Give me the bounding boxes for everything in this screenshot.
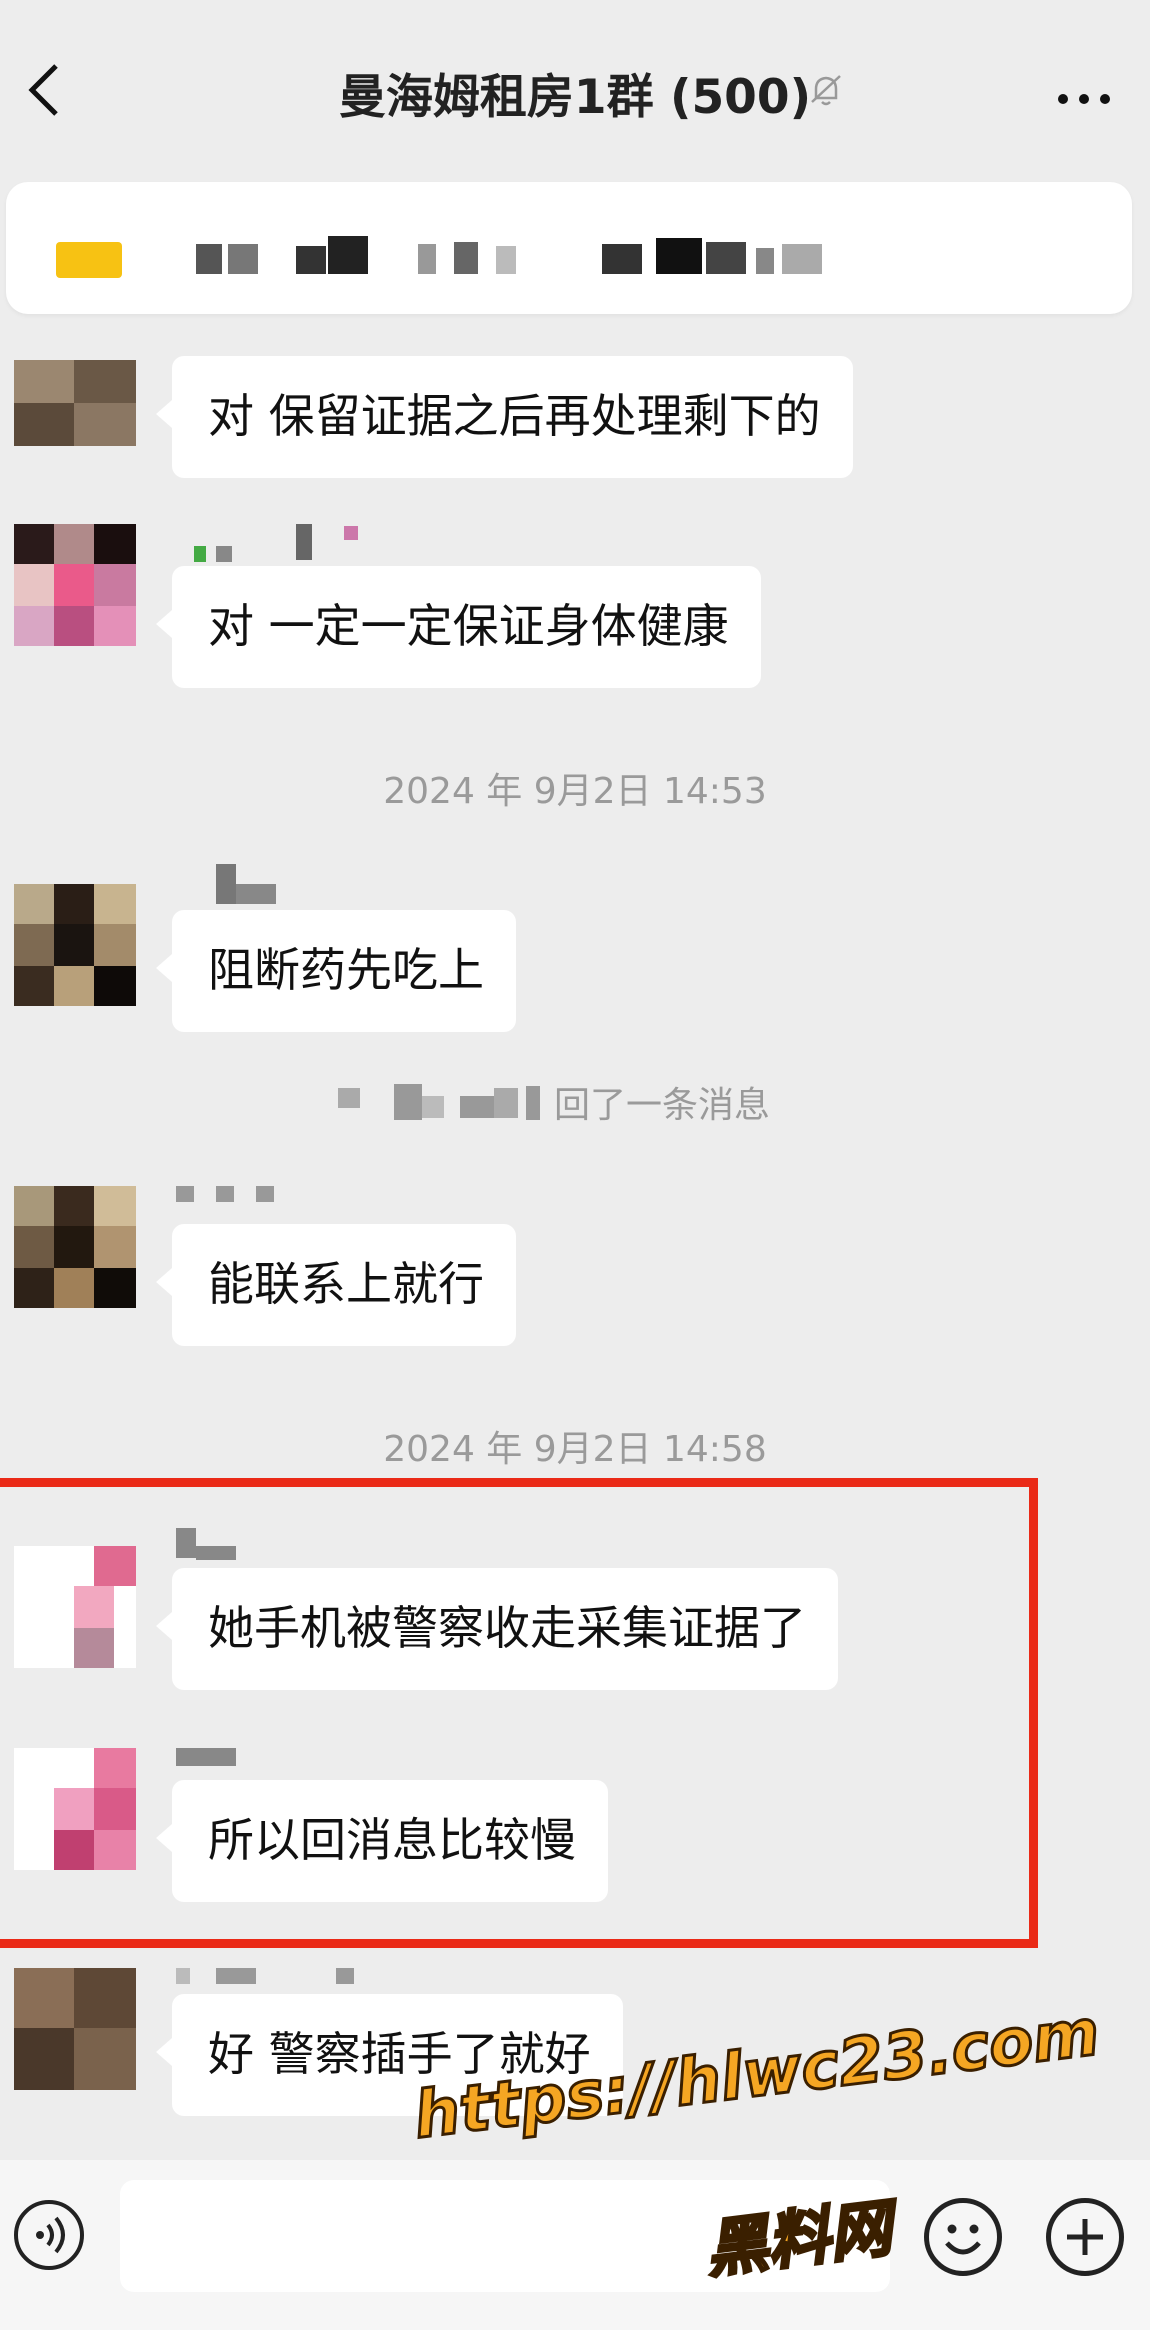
pixelated-text [496, 246, 516, 274]
pixelated-text [782, 244, 822, 274]
message-bubble[interactable]: 对 保留证据之后再处理剩下的 [156, 356, 853, 478]
more-dots-icon[interactable] [1056, 72, 1112, 108]
system-notice: 回了一条消息 [330, 1076, 830, 1126]
pixelated-text [328, 236, 368, 274]
chat-title-text: 曼海姆租房1群 (500) [338, 70, 812, 125]
message-bubble[interactable]: 她手机被警察收走采集证据了 [156, 1568, 838, 1690]
message-bubble[interactable]: 对 一定一定保证身体健康 [156, 566, 761, 688]
pixelated-text [296, 246, 326, 274]
avatar[interactable] [14, 524, 136, 646]
timestamp: 2024 年 9月2日 14:58 [383, 1429, 767, 1470]
bell-off-icon [808, 72, 844, 108]
pixelated-text [602, 244, 642, 274]
avatar[interactable] [14, 884, 136, 1006]
plus-icon[interactable] [1046, 2198, 1124, 2276]
pixelated-text [706, 242, 746, 274]
pixelated-text [196, 244, 222, 274]
pixelated-text [228, 244, 258, 274]
announcement-icon [56, 242, 122, 278]
avatar[interactable] [14, 1748, 136, 1870]
voice-icon[interactable] [14, 2200, 84, 2270]
timestamp: 2024 年 9月2日 14:53 [383, 771, 767, 812]
message-bubble[interactable]: 能联系上就行 [156, 1224, 516, 1346]
avatar[interactable] [14, 1968, 136, 2090]
emoji-icon[interactable] [924, 2198, 1002, 2276]
message-bubble[interactable]: 所以回消息比较慢 [156, 1780, 608, 1902]
pinned-announcement[interactable] [6, 182, 1132, 314]
chat-header: 曼海姆租房1群 (500) [0, 0, 1150, 180]
system-notice-text: 回了一条消息 [554, 1085, 771, 1126]
pixelated-text [656, 238, 702, 274]
avatar[interactable] [14, 1546, 136, 1668]
avatar[interactable] [14, 360, 136, 446]
avatar[interactable] [14, 1186, 136, 1308]
pixelated-text [454, 242, 478, 274]
chat-title: 曼海姆租房1群 (500) [0, 58, 1150, 127]
message-bubble[interactable]: 阻断药先吃上 [156, 910, 516, 1032]
pixelated-text [756, 248, 774, 274]
pixelated-text [418, 244, 436, 274]
